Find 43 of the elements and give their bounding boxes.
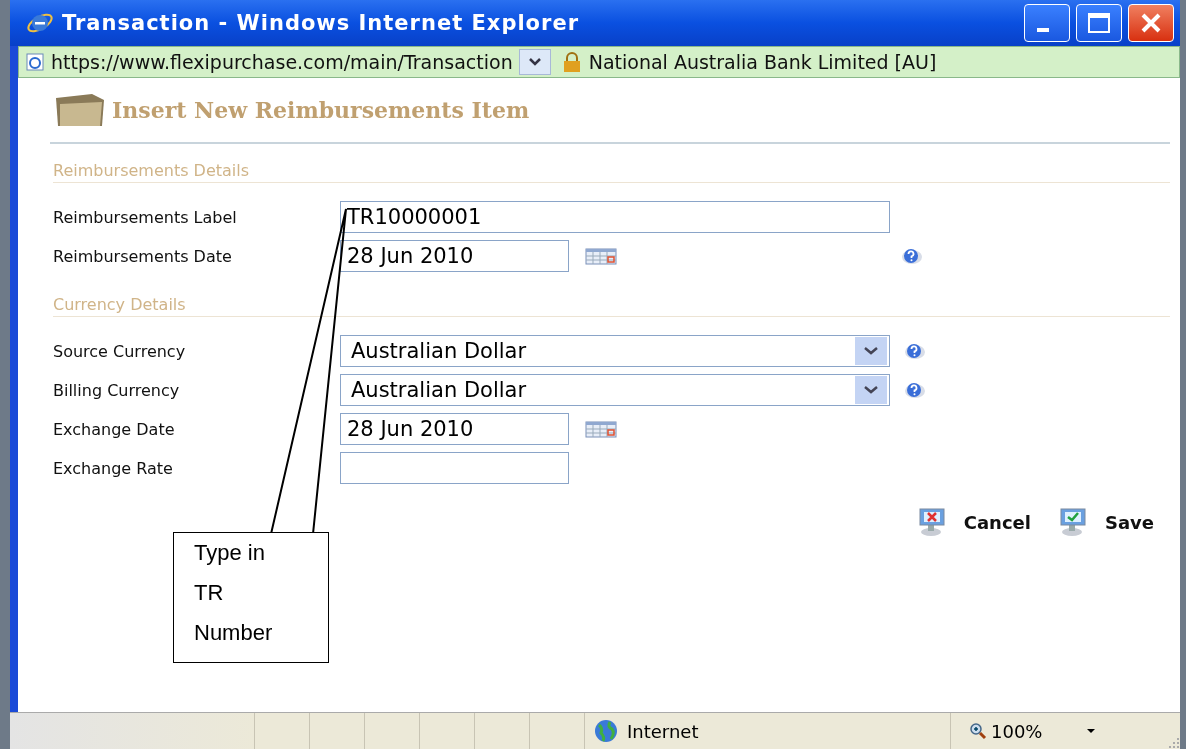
zoom-level[interactable]: 100%: [991, 720, 1043, 742]
page-icon: [25, 52, 45, 72]
date-field[interactable]: 28 Jun 2010: [340, 413, 569, 445]
minimize-button[interactable]: [1024, 4, 1070, 42]
zone-text: Internet: [627, 720, 699, 742]
help-icon[interactable]: [904, 342, 926, 360]
zoom-icon[interactable]: [969, 722, 987, 740]
section-title: Reimbursements Details: [53, 161, 251, 180]
page-heading: Insert New Reimbursements Item: [112, 97, 530, 123]
currency-dropdown[interactable]: Australian Dollar: [340, 374, 890, 406]
maximize-button[interactable]: [1076, 4, 1122, 42]
save-button[interactable]: Save: [1056, 507, 1154, 537]
dropdown-button[interactable]: [518, 49, 551, 75]
currency-dropdown[interactable]: Australian Dollar: [340, 335, 890, 367]
minimize-icon: [1037, 28, 1049, 32]
field-label: Exchange Rate: [53, 458, 174, 478]
callout-note: Type in TR Number: [173, 532, 329, 663]
globe-icon: [593, 719, 619, 743]
field-label: Exchange Date: [53, 419, 176, 439]
cancel-button[interactable]: Cancel: [915, 507, 1031, 537]
field-label: Billing Currency: [53, 380, 181, 400]
maximize-icon: [1087, 12, 1111, 34]
security-text[interactable]: National Australia Bank Limited [AU]: [588, 51, 937, 73]
close-icon: [1139, 11, 1163, 35]
resize-grip-icon[interactable]: [1166, 735, 1180, 749]
text-field[interactable]: TR10000001: [340, 201, 890, 233]
section-title: Currency Details: [53, 295, 187, 314]
help-icon[interactable]: [904, 381, 926, 399]
window-title: Transaction - Windows Internet Explorer: [62, 11, 579, 35]
url-text[interactable]: https://www.flexipurchase.com/main/Transaction: [51, 51, 513, 73]
field-label: Source Currency: [53, 341, 187, 361]
date-field[interactable]: 28 Jun 2010: [340, 240, 569, 272]
calendar-icon[interactable]: [585, 247, 617, 265]
chevron-down-icon[interactable]: [855, 337, 887, 365]
close-button[interactable]: [1128, 4, 1174, 42]
field-label: Reimbursements Label: [53, 207, 238, 227]
dropdown-arrow-icon[interactable]: [1086, 728, 1097, 734]
chevron-down-icon[interactable]: [855, 376, 887, 404]
text-field[interactable]: [340, 452, 569, 484]
calendar-icon[interactable]: [585, 420, 617, 438]
help-icon[interactable]: [901, 247, 923, 265]
chevron-down-icon: [527, 57, 542, 67]
field-label: Reimbursements Date: [53, 246, 233, 266]
